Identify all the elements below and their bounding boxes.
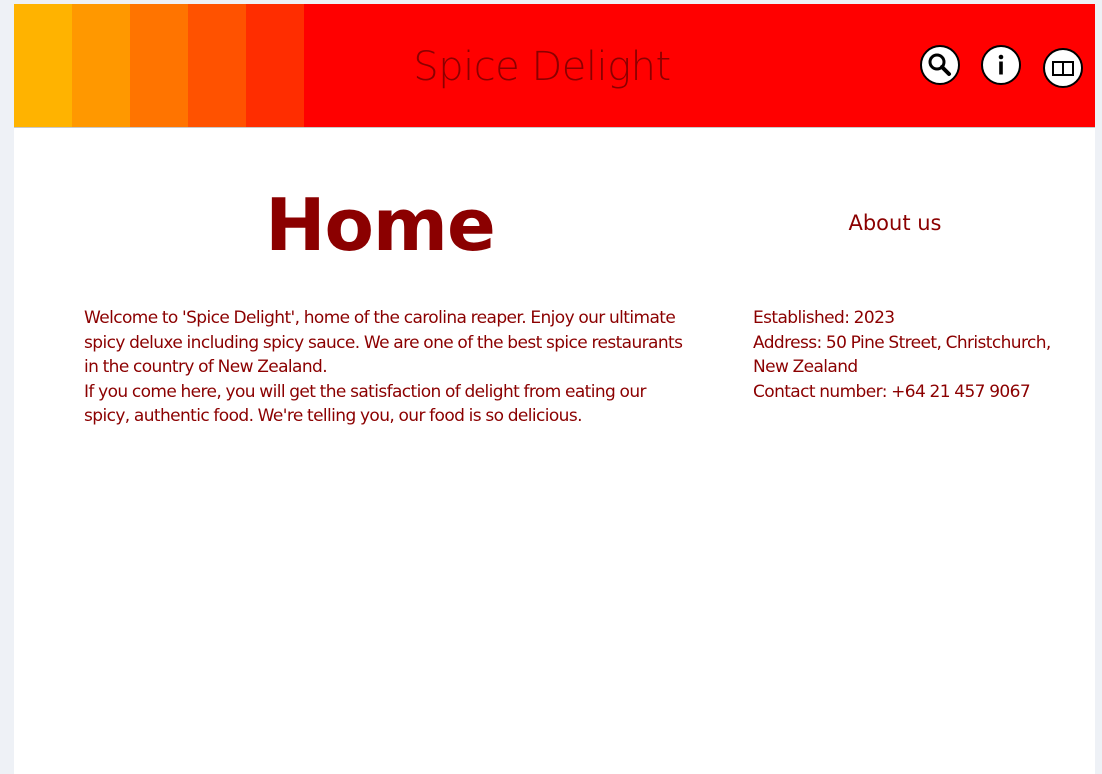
site-header: Spice Delight — [14, 4, 1095, 128]
book-button[interactable] — [1043, 48, 1083, 88]
search-button[interactable] — [920, 45, 960, 85]
info-button[interactable] — [981, 45, 1021, 85]
welcome-paragraph: If you come here, you will get the satis… — [84, 381, 646, 427]
info-icon — [998, 54, 1004, 75]
page: Spice Delight Home Welcome to 'Spice Del… — [14, 4, 1095, 774]
welcome-text: Welcome to 'Spice Delight', home of the … — [84, 306, 684, 429]
established-text: Established: 2023 — [753, 308, 895, 328]
about-heading: About us — [848, 211, 942, 235]
welcome-paragraph: Welcome to 'Spice Delight', home of the … — [84, 308, 683, 377]
book-icon — [1052, 61, 1074, 76]
contact-text: Contact number: +64 21 457 9067 — [753, 381, 1031, 402]
search-icon — [928, 53, 951, 76]
page-title: Home — [265, 183, 496, 267]
about-info: Established: 2023 Address: 50 Pine Stree… — [753, 306, 1083, 404]
address-text: Address: 50 Pine Street, Christchurch, N… — [753, 332, 1051, 378]
site-title: Spice Delight — [413, 44, 671, 90]
